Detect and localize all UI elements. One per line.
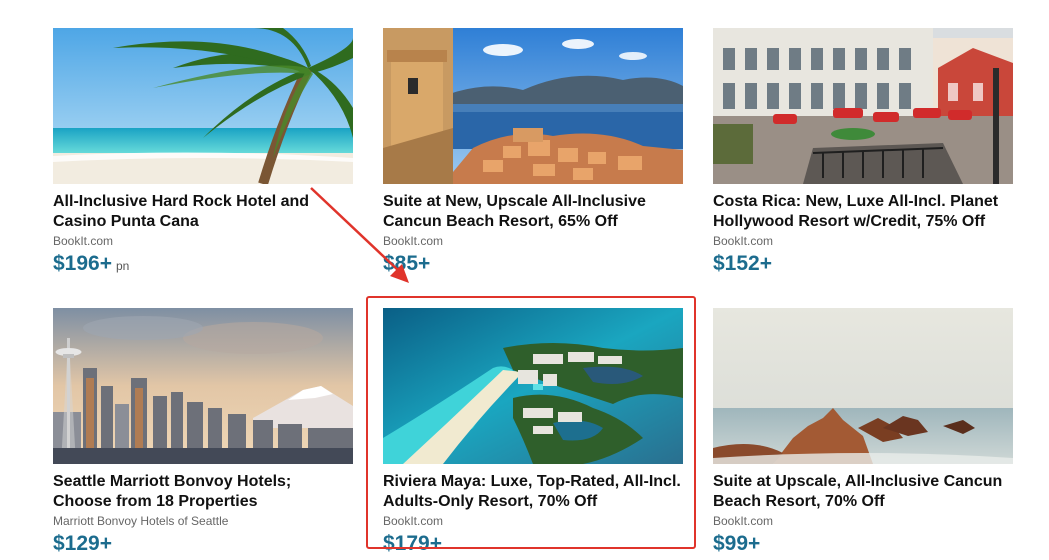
colonial-plaza-image[interactable] [713, 28, 1013, 184]
ad-source: BookIt.com [53, 234, 114, 248]
ad-card-seattle-marriott[interactable]: Seattle Marriott Bonvoy Hotels; Choose f… [53, 308, 353, 559]
price-unit: pn [115, 259, 130, 273]
palm-tree-beach-image[interactable] [53, 28, 353, 184]
ad-card-riviera-maya[interactable]: Riviera Maya: Luxe, Top-Rated, All-Incl.… [383, 308, 683, 559]
coastal-fortress-town-image[interactable] [383, 28, 683, 184]
ad-price: $196+ [53, 252, 112, 275]
ad-price: $179+ [383, 532, 442, 555]
ad-price: $152+ [713, 252, 772, 275]
aerial-resort-lagoon-image[interactable] [383, 308, 683, 464]
ad-title[interactable]: Seattle Marriott Bonvoy Hotels; Choose f… [53, 472, 353, 512]
price-row: $85+ [383, 251, 683, 279]
ad-title[interactable]: Riviera Maya: Luxe, Top-Rated, All-Incl.… [383, 472, 683, 512]
ad-source: BookIt.com [713, 234, 774, 248]
ad-source: BookIt.com [383, 234, 444, 248]
ad-grid-page: All-Inclusive Hard Rock Hotel and Casino… [0, 0, 1049, 560]
price-row: $99+ [713, 531, 1013, 559]
price-row: $152+ [713, 251, 1013, 279]
price-row: $129+ [53, 531, 353, 559]
price-row: $179+ [383, 531, 683, 559]
rocky-coast-image[interactable] [713, 308, 1013, 464]
price-row: $196+ pn [53, 251, 353, 279]
ad-title[interactable]: All-Inclusive Hard Rock Hotel and Casino… [53, 192, 353, 232]
ad-card-cancun-suite-70[interactable]: Suite at Upscale, All-Inclusive Cancun B… [713, 308, 1013, 559]
ad-card-costa-rica[interactable]: Costa Rica: New, Luxe All-Incl. Planet H… [713, 28, 1013, 279]
ad-source: BookIt.com [713, 514, 774, 528]
ad-title[interactable]: Suite at New, Upscale All-Inclusive Canc… [383, 192, 683, 232]
ad-title[interactable]: Suite at Upscale, All-Inclusive Cancun B… [713, 472, 1013, 512]
ad-source: BookIt.com [383, 514, 444, 528]
seattle-skyline-image[interactable] [53, 308, 353, 464]
ad-title[interactable]: Costa Rica: New, Luxe All-Incl. Planet H… [713, 192, 1013, 232]
ad-card-hard-rock[interactable]: All-Inclusive Hard Rock Hotel and Casino… [53, 28, 353, 279]
ad-price: $99+ [713, 532, 761, 555]
ad-source: Marriott Bonvoy Hotels of Seattle [53, 514, 229, 528]
ad-card-cancun-suite-65[interactable]: Suite at New, Upscale All-Inclusive Canc… [383, 28, 683, 279]
ad-price: $129+ [53, 532, 112, 555]
ad-price: $85+ [383, 252, 431, 275]
